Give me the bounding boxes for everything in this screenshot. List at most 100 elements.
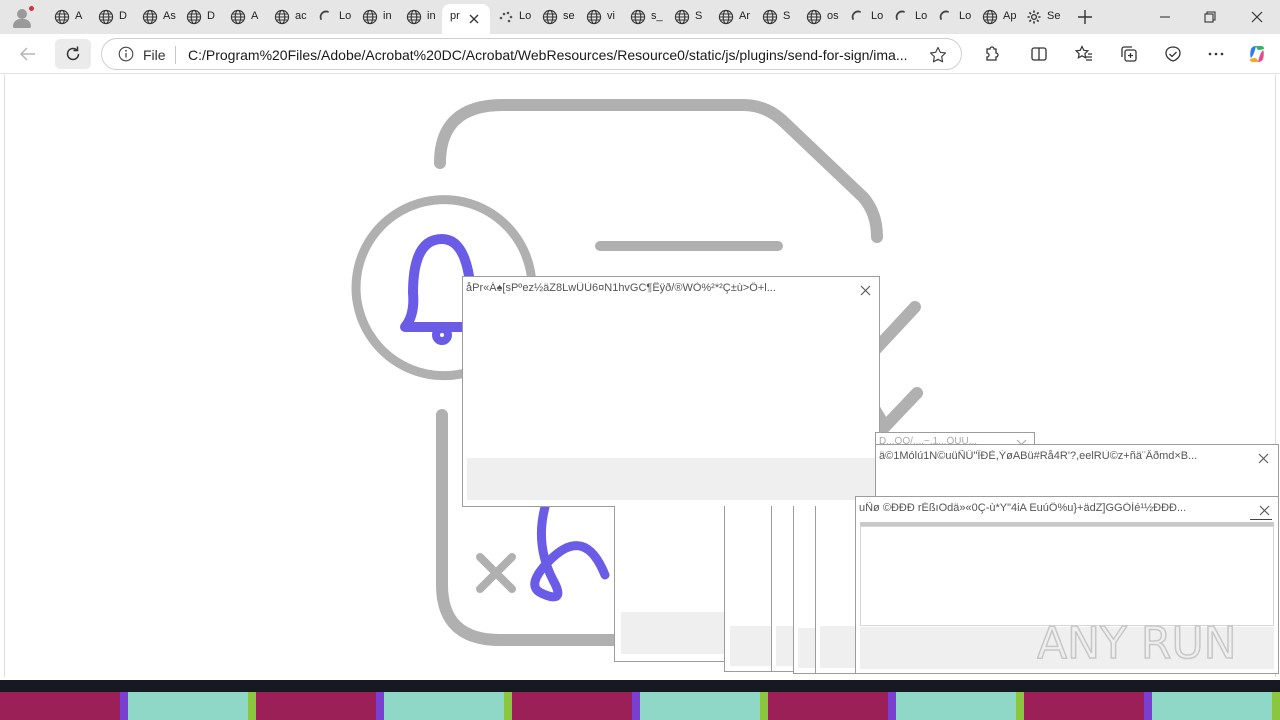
- browser-tab[interactable]: As: [134, 4, 178, 30]
- globe-icon: [98, 9, 114, 25]
- browser-tab[interactable]: Ap: [974, 4, 1018, 30]
- scheme-label: File: [143, 47, 166, 63]
- copilot-icon[interactable]: [1246, 43, 1268, 65]
- restore-button[interactable]: [1199, 6, 1221, 28]
- browser-tab[interactable]: se: [534, 4, 578, 30]
- browser-tab[interactable]: s_: [622, 4, 666, 30]
- stacked-window[interactable]: [724, 506, 776, 672]
- tab-label: A: [75, 10, 83, 22]
- browser-toolbar: File C:/Program%20Files/Adobe/Acrobat%20…: [0, 34, 1280, 74]
- tab-label: Lo: [339, 10, 352, 22]
- loading-dots-icon: [498, 9, 514, 25]
- close-icon[interactable]: [1258, 451, 1269, 464]
- browser-tab[interactable]: A: [46, 4, 90, 30]
- globe-icon: [230, 9, 246, 25]
- tab-label: Lo: [871, 10, 884, 22]
- wallpaper-stripe: [1024, 692, 1152, 720]
- globe-icon: [142, 9, 158, 25]
- browser-tab[interactable]: Lo: [490, 4, 534, 30]
- loading-spinner-icon: [318, 9, 334, 25]
- tab-label: As: [163, 10, 176, 22]
- tab-label: pr: [450, 10, 460, 22]
- browser-tab[interactable]: Lo: [842, 4, 886, 30]
- tab-label: Lo: [915, 10, 928, 22]
- globe-icon: [54, 9, 70, 25]
- signature-squiggle: [530, 502, 610, 602]
- loading-spinner-icon: [894, 9, 910, 25]
- wallpaper-stripe: [896, 692, 1024, 720]
- new-tab-button[interactable]: [1074, 6, 1096, 28]
- tab-label: Lo: [959, 10, 972, 22]
- globe-icon: [718, 9, 734, 25]
- split-screen-icon[interactable]: [1028, 43, 1050, 65]
- extensions-icon[interactable]: [980, 43, 1002, 65]
- globe-icon: [586, 9, 602, 25]
- dialog-footer: [467, 458, 875, 500]
- browser-tab[interactable]: Lo: [930, 4, 974, 30]
- globe-icon: [542, 9, 558, 25]
- globe-icon: [982, 9, 998, 25]
- close-tab-icon[interactable]: [468, 12, 480, 24]
- broken-dialog[interactable]: ä©1Mólú1N©uüÑÜ"ÎÐÈ,ÝøABü#Rå4R'?,eelRÙ©z+…: [875, 444, 1279, 499]
- browser-tab[interactable]: Lo: [310, 4, 354, 30]
- wallpaper-stripe: [512, 692, 640, 720]
- tab-label: Ar: [739, 10, 750, 22]
- browser-tab[interactable]: Se: [1018, 4, 1062, 30]
- tab-label: S: [783, 10, 791, 22]
- loading-spinner-icon: [938, 9, 954, 25]
- globe-icon: [362, 9, 378, 25]
- browser-tab[interactable]: Ar: [710, 4, 754, 30]
- gear-icon: [1026, 9, 1042, 25]
- close-window-button[interactable]: [1246, 6, 1268, 28]
- dialog-title: ä©1Mólú1N©uüÑÜ"ÎÐÈ,ÝøABü#Rå4R'?,eelRÙ©z+…: [879, 450, 1198, 462]
- tab-label: Se: [1047, 10, 1061, 22]
- globe-icon: [630, 9, 646, 25]
- wallpaper-stripe: [256, 692, 384, 720]
- screen: A D As D Aac Lo in in pr Lo se vi s_ S Ar Sos Lo Lo Lo Ap Se…: [0, 0, 1280, 720]
- tab-label: D: [207, 10, 215, 22]
- browser-tab[interactable]: pr: [442, 4, 490, 34]
- close-icon[interactable]: [1259, 503, 1270, 516]
- browser-tab[interactable]: in: [398, 4, 442, 30]
- browser-tab[interactable]: S: [754, 4, 798, 30]
- tab-label: A: [251, 10, 259, 22]
- tab-label: s_: [651, 10, 663, 22]
- browser-tab[interactable]: ac: [266, 4, 310, 30]
- collections-icon[interactable]: [1118, 43, 1140, 65]
- profile-avatar[interactable]: [8, 4, 36, 30]
- browser-tab[interactable]: D: [90, 4, 134, 30]
- browser-tab[interactable]: vi: [578, 4, 622, 30]
- page-content: åPr«Á♠[sPºez½äZ8LwÛÙ6¤N1hvGC¶Êÿð/®WÒ%²*²…: [4, 75, 1279, 677]
- watermark-text: ANY RUN: [1037, 618, 1237, 669]
- reload-button[interactable]: [55, 39, 91, 69]
- info-icon[interactable]: [118, 46, 134, 62]
- url-text[interactable]: C:/Program%20Files/Adobe/Acrobat%20DC/Ac…: [188, 47, 918, 63]
- refresh-icon: [66, 46, 80, 61]
- address-bar[interactable]: File C:/Program%20Files/Adobe/Acrobat%20…: [101, 38, 962, 70]
- back-button[interactable]: [17, 43, 39, 65]
- more-options-icon[interactable]: [1205, 43, 1227, 65]
- favorites-icon[interactable]: [1073, 43, 1095, 65]
- document-outline: [434, 99, 883, 243]
- browser-tab[interactable]: in: [354, 4, 398, 30]
- broken-dialog[interactable]: åPr«Á♠[sPºez½äZ8LwÛÙ6¤N1hvGC¶Êÿð/®WÒ%²*²…: [462, 276, 880, 507]
- globe-icon: [406, 9, 422, 25]
- stacked-window[interactable]: [815, 506, 860, 674]
- minimize-button[interactable]: [1154, 6, 1176, 28]
- dialog-title: åPr«Á♠[sPºez½äZ8LwÛÙ6¤N1hvGC¶Êÿð/®WÒ%²*²…: [466, 282, 776, 294]
- notification-dot-icon: [28, 5, 35, 12]
- browser-tab[interactable]: Lo: [886, 4, 930, 30]
- close-icon[interactable]: [860, 283, 871, 296]
- browser-tab[interactable]: os: [798, 4, 842, 30]
- browser-tab[interactable]: D: [178, 4, 222, 30]
- stacked-window[interactable]: [614, 506, 727, 662]
- browser-tab[interactable]: S: [666, 4, 710, 30]
- browser-essentials-icon[interactable]: [1162, 43, 1184, 65]
- wallpaper-stripe: [768, 692, 896, 720]
- browser-tab[interactable]: A: [222, 4, 266, 30]
- globe-icon: [806, 9, 822, 25]
- anyrun-watermark: ANY RUN: [1037, 617, 1237, 670]
- dialog-title: uÑø ©ÐÐÐ rÉßıOdä»«0Ç-ù*Y"4iA EuúÔ%u}+ädZ…: [859, 502, 1187, 514]
- favorite-star-icon[interactable]: [928, 45, 948, 65]
- tab-label: in: [427, 10, 436, 22]
